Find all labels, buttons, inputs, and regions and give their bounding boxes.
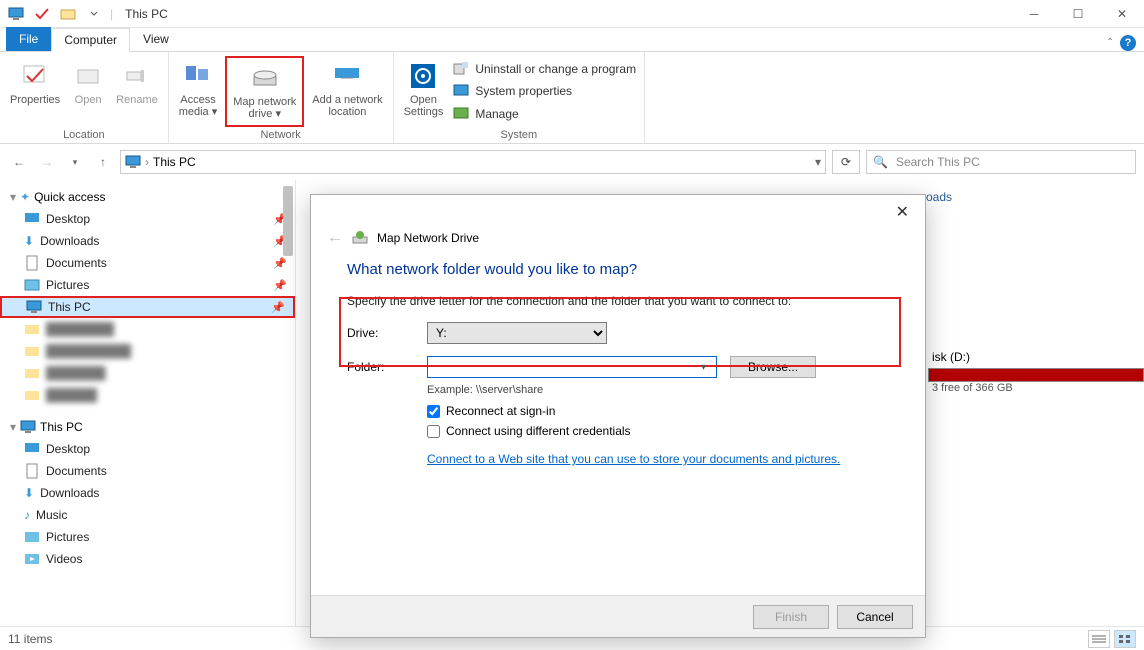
breadcrumb[interactable]: › This PC ▾ [120, 150, 826, 174]
ribbon-group-system: OpenSettings Uninstall or change a progr… [394, 52, 646, 143]
properties-button[interactable]: Properties [4, 56, 66, 127]
qat-dropdown-icon[interactable] [84, 4, 104, 24]
sidebar-item-music[interactable]: ♪Music [0, 504, 295, 526]
disk-d-tile[interactable]: isk (D:) 3 free of 366 GB [928, 350, 1144, 394]
search-box[interactable]: 🔍 Search This PC [866, 150, 1136, 174]
up-button[interactable]: ↑ [92, 151, 114, 173]
ribbon-group-network: Accessmedia ▾ Map networkdrive ▾ Add a n… [169, 52, 394, 143]
ribbon: Properties Open Rename Location Accessme… [0, 52, 1144, 144]
qat-properties-icon[interactable] [32, 4, 52, 24]
finish-button: Finish [753, 605, 829, 629]
ribbon-collapse-icon[interactable]: ˆ [1108, 36, 1112, 50]
pin-icon: 📌 [271, 301, 285, 314]
system-properties-button[interactable]: System properties [453, 81, 636, 101]
thispc-icon [125, 154, 141, 170]
uninstall-program-button[interactable]: Uninstall or change a program [453, 59, 636, 79]
cancel-button[interactable]: Cancel [837, 605, 913, 629]
dialog-close-button[interactable]: ✕ [888, 198, 917, 226]
navigation-pane: ▾ ✦ Quick access Desktop📌 ⬇Downloads📌 Do… [0, 180, 296, 626]
pin-icon: 📌 [273, 279, 287, 292]
dialog-title: Map Network Drive [377, 231, 479, 245]
search-placeholder: Search This PC [896, 155, 980, 169]
maximize-button[interactable]: ☐ [1056, 0, 1100, 28]
folder-dropdown-icon[interactable]: ▾ [701, 362, 706, 373]
back-button[interactable]: ← [8, 151, 30, 173]
close-button[interactable]: ✕ [1100, 0, 1144, 28]
folder-input[interactable] [427, 356, 717, 378]
tab-view[interactable]: View [130, 27, 182, 51]
network-drive-icon [351, 229, 369, 247]
address-bar: ← → ▾ ↑ › This PC ▾ ⟳ 🔍 Search This PC [0, 144, 1144, 180]
sidebar-section-thispc[interactable]: ▾ This PC [0, 416, 295, 438]
star-icon: ✦ [20, 190, 30, 204]
sidebar-item-pictures[interactable]: Pictures📌 [0, 274, 295, 296]
open-settings-button[interactable]: OpenSettings [398, 56, 450, 127]
title-bar: | This PC ─ ☐ ✕ [0, 0, 1144, 28]
sidebar-item-desktop[interactable]: Desktop📌 [0, 208, 295, 230]
dialog-heading: What network folder would you like to ma… [347, 261, 889, 278]
sidebar-item-thispc[interactable]: This PC📌 [0, 296, 295, 318]
disk-usage-bar [928, 368, 1144, 382]
breadcrumb-dropdown-icon[interactable]: ▾ [815, 155, 821, 169]
sidebar-item[interactable]: ██████████ [0, 340, 295, 362]
qat-newfolder-icon[interactable] [58, 4, 78, 24]
breadcrumb-location: This PC [153, 155, 196, 169]
window-title: This PC [119, 7, 168, 21]
minimize-button[interactable]: ─ [1012, 0, 1056, 28]
sidebar-item-pictures2[interactable]: Pictures [0, 526, 295, 548]
sidebar-item[interactable]: ██████ [0, 384, 295, 406]
view-large-icons-button[interactable] [1114, 630, 1136, 648]
folder-label: Folder: [347, 360, 427, 374]
tab-computer[interactable]: Computer [51, 28, 130, 52]
rename-button: Rename [110, 56, 164, 127]
ribbon-group-location: Properties Open Rename Location [0, 52, 169, 143]
view-details-button[interactable] [1088, 630, 1110, 648]
recent-dropdown-icon[interactable]: ▾ [64, 151, 86, 173]
browse-button[interactable]: Browse... [730, 356, 816, 378]
open-button: Open [66, 56, 110, 127]
item-count: 11 items [8, 632, 52, 646]
drive-label: Drive: [347, 326, 427, 340]
sidebar-item-documents[interactable]: Documents📌 [0, 252, 295, 274]
scrollbar[interactable] [283, 186, 293, 256]
drive-select[interactable]: Y: [427, 322, 607, 344]
help-icon[interactable]: ? [1120, 35, 1136, 51]
sidebar-item-documents2[interactable]: Documents [0, 460, 295, 482]
access-media-button[interactable]: Accessmedia ▾ [173, 56, 224, 127]
qat-thispc-icon[interactable] [6, 4, 26, 24]
map-network-drive-button[interactable]: Map networkdrive ▾ [225, 56, 304, 127]
sidebar-item-downloads[interactable]: ⬇Downloads📌 [0, 230, 295, 252]
sidebar-item[interactable]: ███████ [0, 362, 295, 384]
connect-website-link[interactable]: Connect to a Web site that you can use t… [427, 452, 840, 466]
dialog-description: Specify the drive letter for the connect… [347, 294, 889, 308]
sidebar-item-desktop2[interactable]: Desktop [0, 438, 295, 460]
dialog-back-button: ← [327, 229, 343, 247]
manage-button[interactable]: Manage [453, 104, 636, 124]
search-icon: 🔍 [873, 155, 888, 169]
reconnect-checkbox[interactable] [427, 405, 440, 418]
pin-icon: 📌 [273, 257, 287, 270]
refresh-button[interactable]: ⟳ [832, 150, 860, 174]
ribbon-tabs: File Computer View ˆ ? [0, 28, 1144, 52]
tab-file[interactable]: File [6, 27, 51, 51]
different-credentials-checkbox[interactable] [427, 425, 440, 438]
sidebar-item[interactable]: ████████ [0, 318, 295, 340]
sidebar-item-downloads2[interactable]: ⬇Downloads [0, 482, 295, 504]
sidebar-section-quick-access[interactable]: ▾ ✦ Quick access [0, 186, 295, 208]
forward-button[interactable]: → [36, 151, 58, 173]
add-network-location-button[interactable]: Add a networklocation [306, 56, 388, 127]
sidebar-item-videos[interactable]: Videos [0, 548, 295, 570]
map-network-drive-dialog: ✕ ← Map Network Drive What network folde… [310, 194, 926, 638]
example-text: Example: \\server\share [427, 384, 889, 396]
